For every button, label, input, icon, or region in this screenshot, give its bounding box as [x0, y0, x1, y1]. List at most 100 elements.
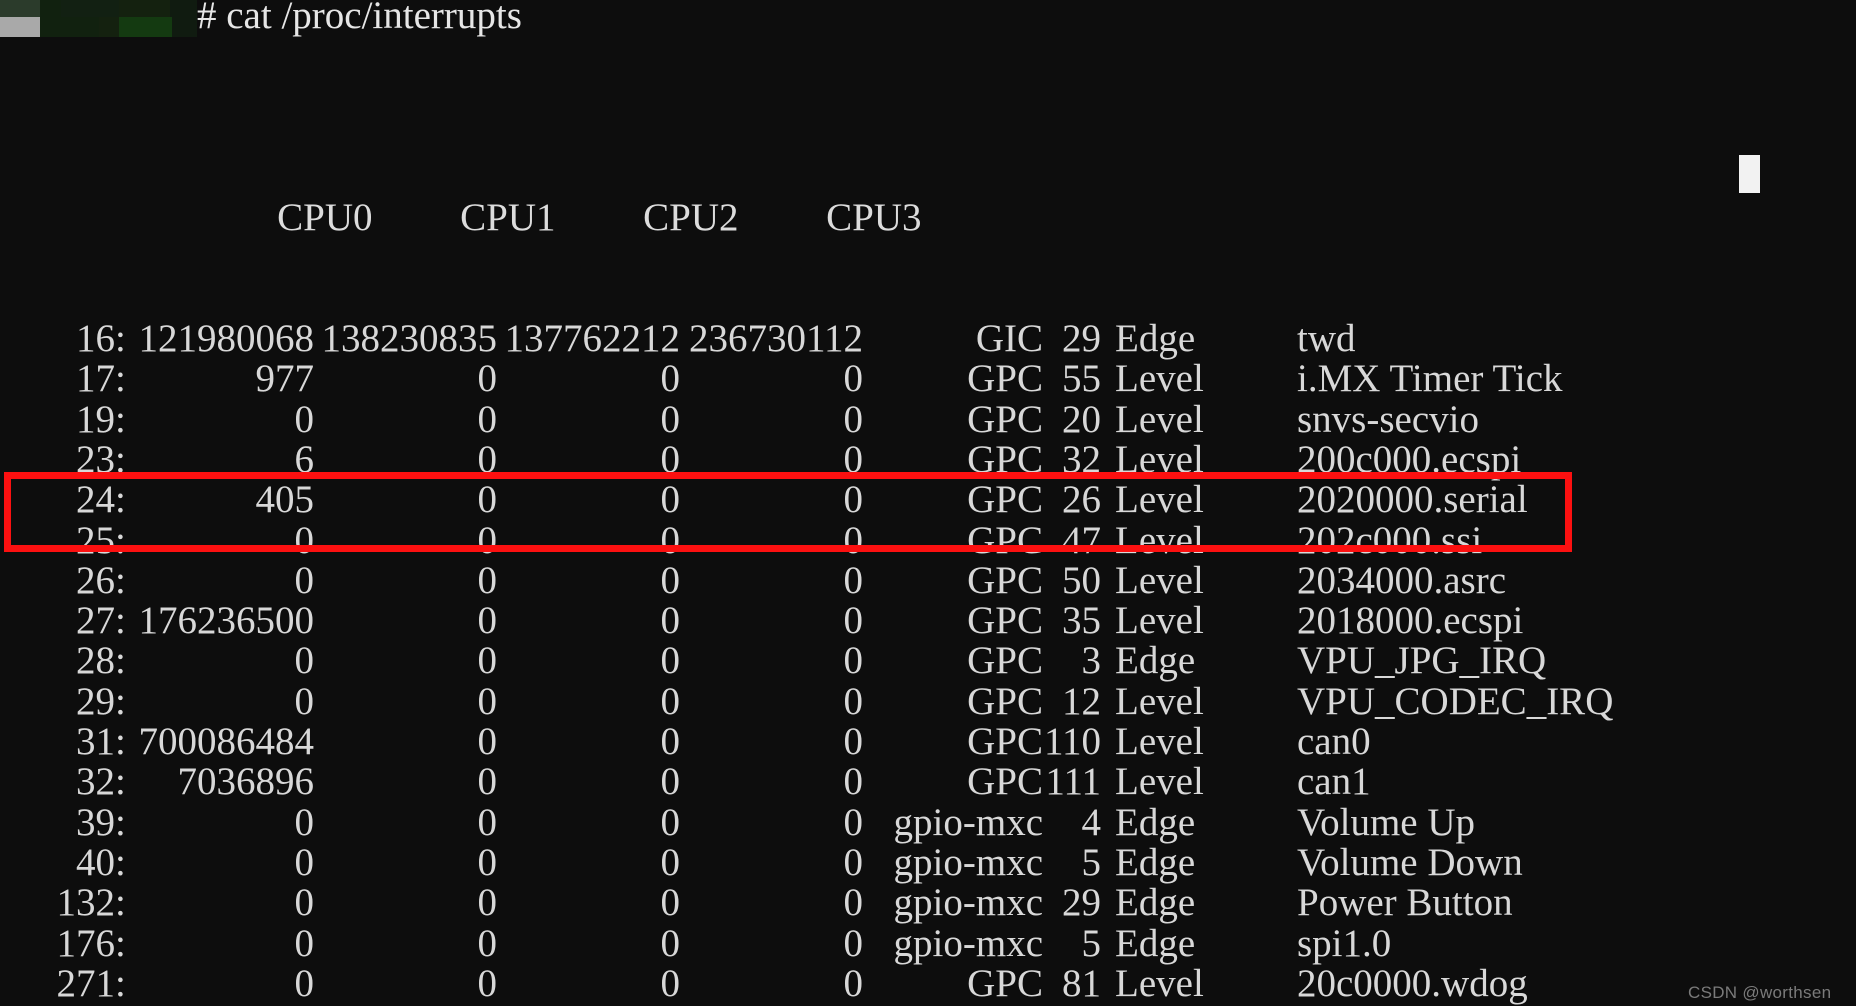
- cell-trigger-type: Edge: [1115, 317, 1196, 361]
- table-row: 176: 0 0 0 0 gpio-mxc 5 Edge spi1.0: [0, 921, 1856, 965]
- cell-trigger-type: Level: [1115, 720, 1204, 764]
- cell-cpu0-count: 0: [294, 921, 315, 965]
- cell-cpu3-count: 0: [843, 720, 864, 764]
- table-row: 40: 0 0 0 0 gpio-mxc 5 Edge Volume Down: [0, 840, 1856, 884]
- cell-cpu2-count: 0: [660, 558, 681, 602]
- cell-hw-irq: 55: [1062, 357, 1101, 401]
- cell-trigger-type: Level: [1115, 437, 1204, 481]
- cell-irq-number: 25: [76, 518, 115, 562]
- cell-cpu3-count: 0: [843, 921, 864, 965]
- cell-chip-name: GPC: [967, 478, 1043, 522]
- cell-colon: :: [115, 961, 126, 1005]
- cell-cpu0-count: 0: [294, 397, 315, 441]
- cell-chip-name: GPC: [967, 437, 1043, 481]
- cell-cpu0-count: 0: [294, 558, 315, 602]
- cell-cpu2-count: 137762212: [504, 317, 681, 361]
- cell-cpu1-count: 0: [477, 760, 498, 804]
- cell-colon: :: [115, 478, 126, 522]
- command-prompt-line: # cat /proc/interrupts: [0, 0, 1856, 40]
- cell-irq-number: 27: [76, 599, 115, 643]
- cell-cpu0-count: 0: [294, 881, 315, 925]
- cell-device-name: twd: [1297, 317, 1356, 361]
- cell-chip-name: GPC: [967, 558, 1043, 602]
- cell-irq-number: 39: [76, 800, 115, 844]
- cell-cpu0-count: 700086484: [138, 720, 315, 764]
- cell-cpu1-count: 0: [477, 961, 498, 1005]
- cell-irq-number: 16: [76, 317, 115, 361]
- cell-cpu1-count: 0: [477, 639, 498, 683]
- table-row: 24: 405 0 0 0 GPC 26 Level 2020000.serial: [0, 478, 1856, 522]
- cell-cpu2-count: 0: [660, 639, 681, 683]
- cell-irq-number: 26: [76, 558, 115, 602]
- cell-trigger-type: Edge: [1115, 800, 1196, 844]
- watermark: CSDN @worthsen: [1688, 983, 1832, 1002]
- table-row: 28: 0 0 0 0 GPC 3 Edge VPU_JPG_IRQ: [0, 639, 1856, 683]
- cell-device-name: Power Button: [1297, 881, 1513, 925]
- cell-hw-irq: 26: [1062, 478, 1101, 522]
- cell-colon: :: [115, 437, 126, 481]
- table-row: 23: 6 0 0 0 GPC 32 Level 200c000.ecspi: [0, 437, 1856, 481]
- redacted-block-segment: [0, 17, 40, 37]
- cell-colon: :: [115, 679, 126, 723]
- cell-hw-irq: 47: [1062, 518, 1101, 562]
- cell-cpu3-count: 0: [843, 800, 864, 844]
- cell-cpu0-count: 977: [255, 357, 315, 401]
- cell-cpu2-count: 0: [660, 357, 681, 401]
- cell-hw-irq: 81: [1062, 961, 1101, 1005]
- cell-cpu3-count: 0: [843, 961, 864, 1005]
- cell-cpu0-count: 6: [294, 437, 315, 481]
- cell-trigger-type: Level: [1115, 679, 1204, 723]
- table-row: 29: 0 0 0 0 GPC 12 Level VPU_CODEC_IRQ: [0, 679, 1856, 723]
- cell-device-name: can0: [1297, 720, 1371, 764]
- cell-chip-name: gpio-mxc: [893, 921, 1043, 965]
- cell-cpu2-count: 0: [660, 518, 681, 562]
- cell-cpu3-count: 0: [843, 478, 864, 522]
- table-row: 39: 0 0 0 0 gpio-mxc 4 Edge Volume Up: [0, 800, 1856, 844]
- cell-chip-name: GPC: [967, 760, 1043, 804]
- cell-cpu0-count: 0: [294, 518, 315, 562]
- cell-device-name: 200c000.ecspi: [1297, 437, 1522, 481]
- cell-trigger-type: Edge: [1115, 881, 1196, 925]
- cell-trigger-type: Level: [1115, 599, 1204, 643]
- redacted-block-segment: [119, 17, 172, 37]
- cell-cpu0-count: 0: [294, 679, 315, 723]
- cell-cpu1-count: 0: [477, 357, 498, 401]
- cell-trigger-type: Level: [1115, 961, 1204, 1005]
- cell-trigger-type: Level: [1115, 558, 1204, 602]
- interrupts-table: CPU0 CPU1 CPU2 CPU3 16: 121980068 138230835 13…: [0, 37, 1856, 1006]
- cell-cpu3-count: 0: [843, 437, 864, 481]
- cell-hw-irq: 35: [1062, 599, 1101, 643]
- cell-chip-name: GPC: [967, 357, 1043, 401]
- cell-cpu2-count: 0: [660, 840, 681, 884]
- cell-cpu0-count: 405: [255, 478, 315, 522]
- text-cursor: [1739, 155, 1760, 193]
- cell-hw-irq: 50: [1062, 558, 1101, 602]
- cell-cpu2-count: 0: [660, 961, 681, 1005]
- cell-cpu3-count: 0: [843, 639, 864, 683]
- cell-device-name: 2018000.ecspi: [1297, 599, 1524, 643]
- cell-trigger-type: Level: [1115, 478, 1204, 522]
- cell-cpu3-count: 0: [843, 760, 864, 804]
- cell-cpu1-count: 0: [477, 840, 498, 884]
- cell-hw-irq: 12: [1062, 679, 1101, 723]
- cell-cpu0-count: 0: [294, 840, 315, 884]
- cell-cpu2-count: 0: [660, 760, 681, 804]
- cell-cpu3-count: 236730112: [688, 317, 863, 361]
- cell-chip-name: GPC: [967, 639, 1043, 683]
- cell-cpu3-count: 0: [843, 357, 864, 401]
- cell-trigger-type: Edge: [1115, 639, 1196, 683]
- terminal-window[interactable]: # cat /proc/interrupts CPU0 CPU1 CPU2 CPU3 …: [0, 0, 1856, 1006]
- cell-cpu1-count: 0: [477, 881, 498, 925]
- cell-cpu1-count: 0: [477, 599, 498, 643]
- cell-hw-irq: 5: [1081, 921, 1102, 965]
- cell-trigger-type: Level: [1115, 518, 1204, 562]
- cell-device-name: 202c000.ssi: [1297, 518, 1483, 562]
- table-row: 25: 0 0 0 0 GPC 47 Level 202c000.ssi: [0, 518, 1856, 562]
- cell-device-name: snvs-secvio: [1297, 397, 1479, 441]
- cell-irq-number: 17: [76, 357, 115, 401]
- cell-colon: :: [115, 317, 126, 361]
- cell-cpu3-count: 0: [843, 397, 864, 441]
- cell-hw-irq: 29: [1062, 881, 1101, 925]
- cell-cpu1-count: 0: [477, 518, 498, 562]
- cell-device-name: Volume Up: [1297, 800, 1476, 844]
